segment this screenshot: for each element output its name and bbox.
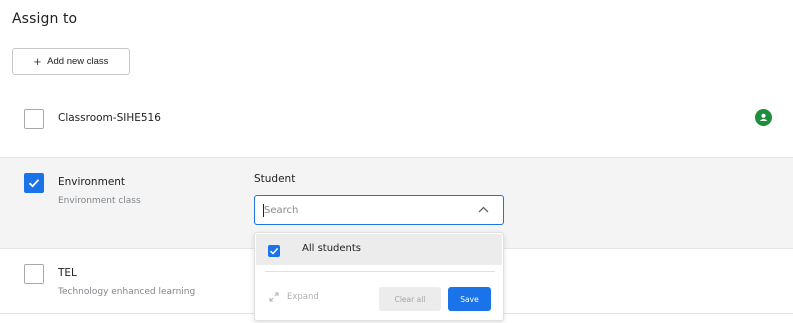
checkmark-icon (269, 247, 279, 255)
option-checkbox[interactable] (268, 245, 280, 257)
add-new-class-label: Add new class (47, 56, 109, 67)
class-subtitle: Technology enhanced learning (58, 287, 196, 297)
checkmark-icon (28, 179, 40, 188)
class-checkbox-environment[interactable] (24, 173, 44, 193)
save-button[interactable]: Save (448, 287, 491, 311)
class-name: TEL (58, 267, 77, 279)
class-checkbox-tel[interactable] (24, 264, 44, 284)
expand-label: Expand (287, 292, 319, 302)
expand-icon (269, 292, 279, 302)
class-name: Classroom-SIHE516 (58, 112, 161, 124)
divider (265, 271, 495, 272)
class-subtitle: Environment class (58, 196, 141, 206)
student-dropdown: All students Expand Clear all Save (254, 232, 504, 321)
plus-icon: + (33, 54, 42, 69)
assign-to-title: Assign to (12, 11, 78, 27)
class-row-classroom[interactable]: Classroom-SIHE516 (0, 90, 793, 156)
option-label: All students (302, 243, 362, 254)
expand-button[interactable]: Expand (269, 292, 319, 302)
student-search-field[interactable] (254, 195, 504, 225)
chevron-up-icon[interactable] (478, 206, 489, 213)
google-classroom-icon (755, 109, 772, 126)
option-all-students[interactable]: All students (256, 234, 502, 265)
student-label: Student (254, 173, 296, 185)
class-checkbox-classroom[interactable] (24, 109, 44, 129)
clear-all-button[interactable]: Clear all (379, 287, 441, 311)
student-search-input[interactable] (264, 200, 464, 220)
add-new-class-button[interactable]: + Add new class (12, 48, 130, 75)
class-name: Environment (58, 176, 126, 188)
